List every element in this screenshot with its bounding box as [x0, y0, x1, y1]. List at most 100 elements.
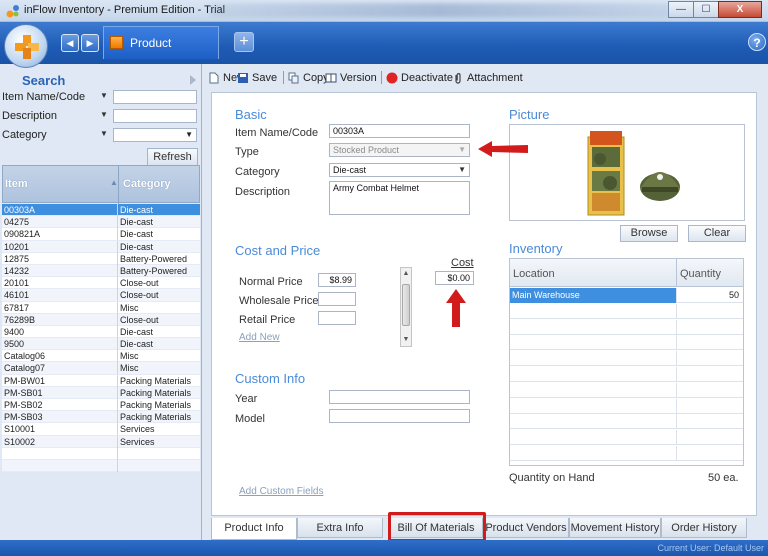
- description-textarea[interactable]: Army Combat Helmet: [329, 181, 470, 215]
- cost-input[interactable]: $0.00: [435, 271, 474, 285]
- category-select[interactable]: Die-cast ▼: [329, 163, 470, 177]
- product-toolbar: New Save Copy Version Deactivate Attachm…: [203, 70, 768, 86]
- deactivate-button-label: Deactivate: [401, 72, 453, 84]
- tab-product[interactable]: Product: [103, 26, 219, 59]
- annotation-arrow-up: [446, 289, 466, 327]
- maximize-button[interactable]: ☐: [693, 1, 719, 18]
- inventory-section-title: Inventory: [509, 241, 563, 256]
- item-category-cell: Close-out: [120, 278, 159, 289]
- table-row[interactable]: 090821A Die-cast: [2, 228, 200, 241]
- table-row[interactable]: 04275 Die-cast: [2, 216, 200, 229]
- item-code-cell: 67817: [4, 302, 30, 313]
- add-new-price-link[interactable]: Add New: [239, 332, 280, 343]
- table-row[interactable]: Catalog06 Misc: [2, 350, 200, 363]
- item-category-cell: Packing Materials: [120, 400, 192, 410]
- attachment-button[interactable]: Attachment: [452, 70, 523, 86]
- table-row[interactable]: 14232 Battery-Powered: [2, 264, 200, 278]
- item-code-cell: 00303A: [4, 205, 36, 215]
- filter-description-dropdown-icon[interactable]: ▼: [100, 110, 108, 119]
- scroll-up-icon[interactable]: ▲: [401, 268, 411, 280]
- table-row[interactable]: 9500 Die-cast: [2, 338, 200, 351]
- filter-item-input[interactable]: [113, 90, 197, 104]
- table-row[interactable]: 9400 Die-cast: [2, 325, 200, 339]
- model-label: Model: [235, 413, 265, 425]
- product-image-helmet-display: [587, 131, 680, 216]
- item-code-cell: 46101: [4, 290, 30, 301]
- price-scrollbar[interactable]: ▲ ▼: [400, 267, 412, 347]
- filter-category-label: Category: [2, 129, 47, 141]
- clear-button[interactable]: Clear: [688, 225, 746, 242]
- normal-price-input[interactable]: $8.99: [318, 273, 356, 287]
- back-button[interactable]: ◀: [61, 34, 79, 52]
- table-row[interactable]: Main Warehouse 50: [510, 288, 743, 303]
- model-input[interactable]: [329, 409, 470, 423]
- type-select[interactable]: Stocked Product ▼: [329, 143, 470, 157]
- help-button[interactable]: ?: [748, 33, 766, 51]
- product-picture: [509, 124, 745, 221]
- refresh-button[interactable]: Refresh: [147, 148, 198, 166]
- filter-category-select[interactable]: ▼: [113, 128, 197, 142]
- tab-movement-history[interactable]: Movement History: [569, 518, 661, 538]
- table-row[interactable]: S10002 Services: [2, 435, 200, 448]
- table-row[interactable]: 12875 Battery-Powered: [2, 252, 200, 265]
- quantity-on-hand-label: Quantity on Hand: [509, 472, 595, 484]
- table-row[interactable]: 10201 Die-cast: [2, 240, 200, 253]
- table-row[interactable]: 00303A Die-cast: [2, 204, 200, 217]
- basic-section-title: Basic: [235, 107, 267, 122]
- table-row[interactable]: 20101 Close-out: [2, 277, 200, 290]
- table-row[interactable]: S10001 Services: [2, 423, 200, 436]
- sort-ascending-icon: ▲: [110, 178, 118, 187]
- tab-product-info[interactable]: Product Info: [211, 518, 297, 540]
- tab-extra-info[interactable]: Extra Info: [297, 518, 383, 538]
- table-row[interactable]: PM-SB03 Packing Materials: [2, 411, 200, 424]
- quantity-cell[interactable]: 50: [676, 288, 743, 303]
- year-input[interactable]: [329, 390, 470, 404]
- column-header-quantity[interactable]: Quantity: [680, 268, 721, 280]
- add-custom-fields-link[interactable]: Add Custom Fields: [239, 486, 323, 497]
- column-header-category[interactable]: Category: [123, 178, 171, 190]
- wholesale-price-input[interactable]: [318, 292, 356, 306]
- scroll-thumb[interactable]: [402, 284, 410, 326]
- search-sidebar: Search Item Name/Code ▼ Description ▼ Ca…: [0, 64, 202, 540]
- filter-category-dropdown-icon[interactable]: ▼: [100, 129, 108, 138]
- tab-order-history[interactable]: Order History: [661, 518, 747, 538]
- browse-button[interactable]: Browse: [620, 225, 678, 242]
- item-category-cell: Close-out: [120, 290, 159, 301]
- filter-item-label: Item Name/Code: [2, 91, 86, 103]
- deactivate-button[interactable]: Deactivate: [386, 70, 453, 86]
- forward-button[interactable]: ▶: [81, 34, 99, 52]
- table-row[interactable]: PM-SB01 Packing Materials: [2, 386, 200, 399]
- collapse-sidebar-icon[interactable]: [190, 75, 196, 85]
- app-menu-orb[interactable]: [4, 24, 48, 68]
- table-row[interactable]: Catalog07 Misc: [2, 362, 200, 375]
- item-code-label: Item Name/Code: [235, 127, 319, 139]
- item-code-cell: S10001: [4, 424, 36, 435]
- attachment-button-label: Attachment: [467, 72, 523, 84]
- filter-item-dropdown-icon[interactable]: ▼: [100, 91, 108, 100]
- column-header-item[interactable]: Item: [5, 178, 28, 190]
- table-row[interactable]: 46101 Close-out: [2, 289, 200, 302]
- scroll-down-icon[interactable]: ▼: [401, 334, 411, 346]
- table-row[interactable]: 76289B Close-out: [2, 313, 200, 326]
- filter-description-input[interactable]: [113, 109, 197, 123]
- item-code-cell: PM-SB02: [4, 400, 43, 410]
- table-row[interactable]: 67817 Misc: [2, 301, 200, 314]
- tab-product-vendors[interactable]: Product Vendors: [483, 518, 569, 538]
- item-code-cell: Catalog06: [4, 351, 46, 362]
- copy-button[interactable]: Copy: [288, 70, 329, 86]
- filter-description-label: Description: [2, 110, 58, 122]
- type-label: Type: [235, 146, 259, 158]
- item-code-cell: PM-SB01: [4, 387, 43, 398]
- new-tab-button[interactable]: +: [234, 32, 254, 52]
- item-code-input[interactable]: 00303A: [329, 124, 470, 138]
- save-button[interactable]: Save: [237, 70, 277, 86]
- table-row[interactable]: PM-BW01 Packing Materials: [2, 374, 200, 387]
- close-button[interactable]: X: [718, 1, 762, 18]
- inflow-app-icon: [6, 5, 19, 18]
- minimize-button[interactable]: —: [668, 1, 694, 18]
- product-info-content: Basic Item Name/Code 00303A Type Stocked…: [211, 92, 757, 516]
- table-row[interactable]: PM-SB02 Packing Materials: [2, 399, 200, 412]
- column-header-location[interactable]: Location: [513, 268, 555, 280]
- version-button[interactable]: Version: [325, 70, 377, 86]
- retail-price-input[interactable]: [318, 311, 356, 325]
